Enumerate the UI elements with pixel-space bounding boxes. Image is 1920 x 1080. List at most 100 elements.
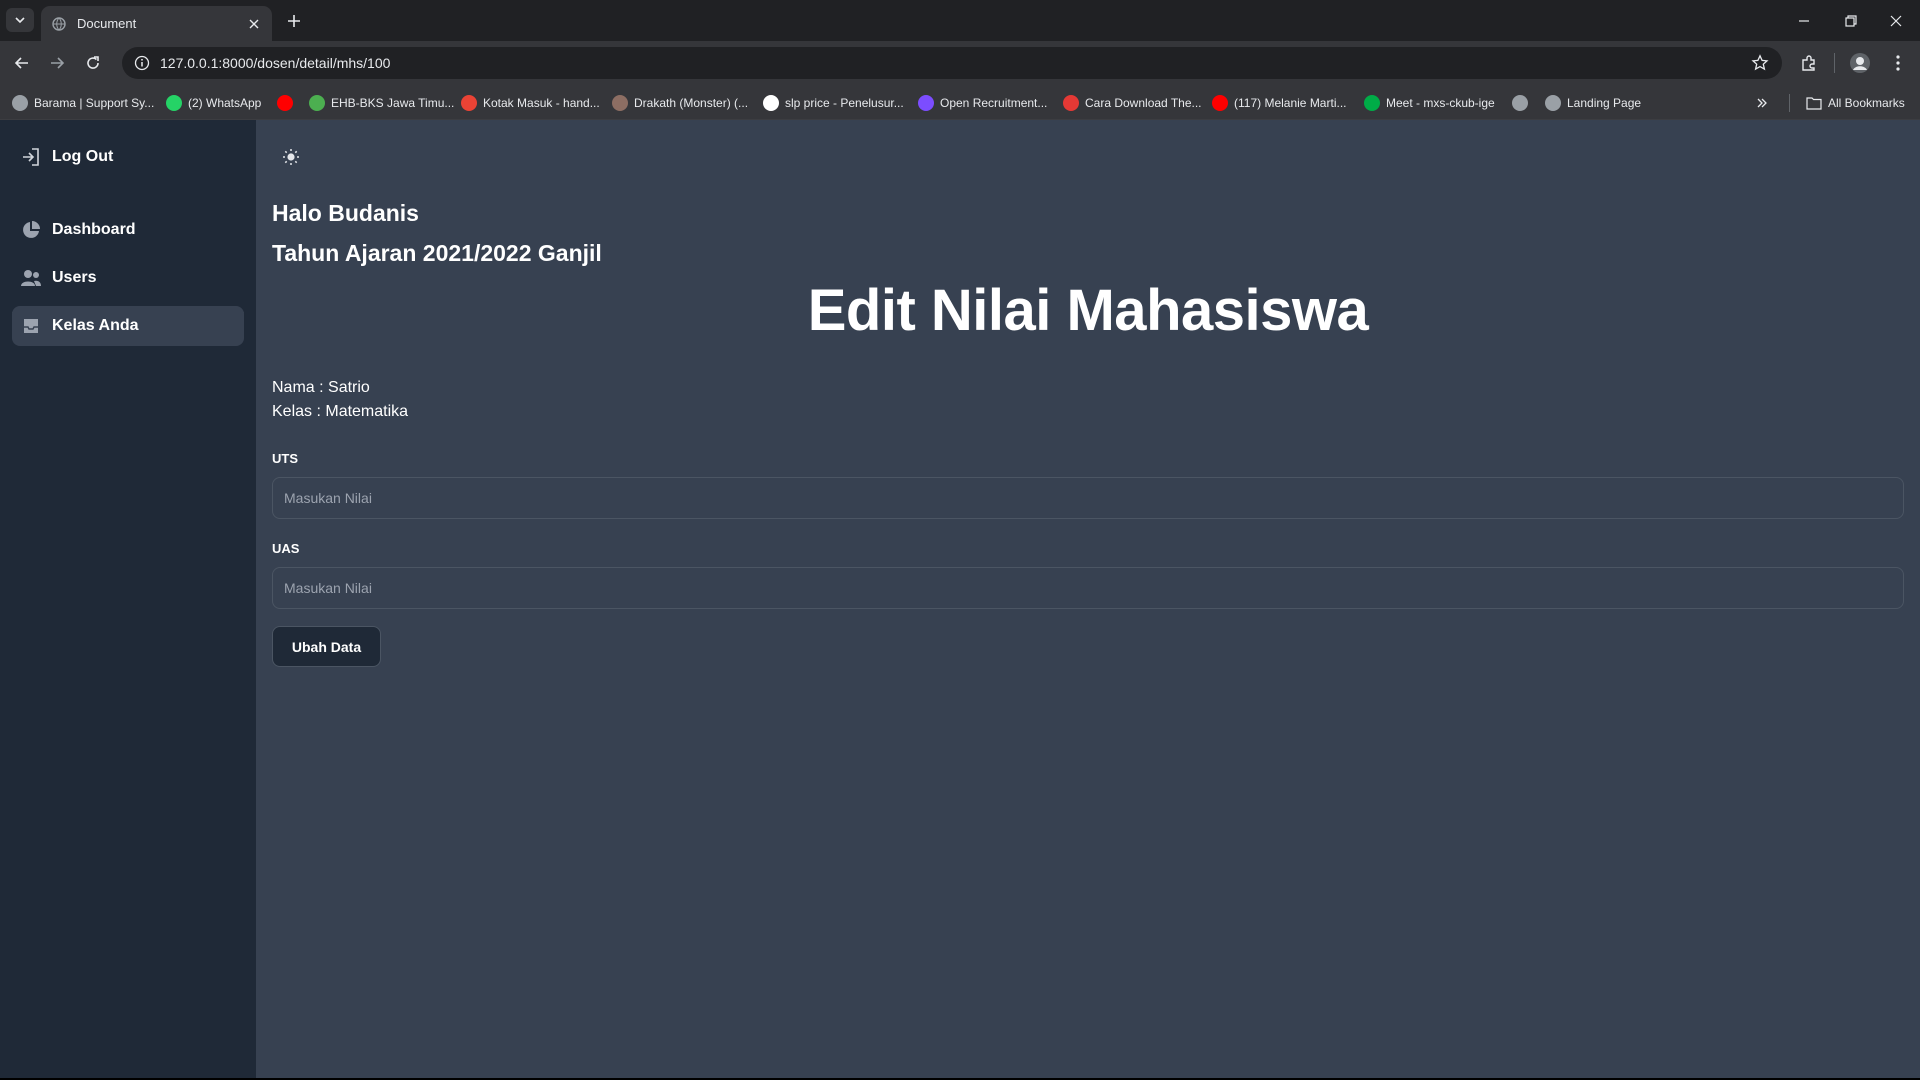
browser-toolbar: 127.0.0.1:8000/dosen/detail/mhs/100 <box>0 41 1920 85</box>
puzzle-icon <box>1802 55 1815 71</box>
submit-button[interactable]: Ubah Data <box>272 626 381 667</box>
arrow-left-icon <box>14 57 28 69</box>
tab-close-icon[interactable] <box>246 16 262 32</box>
bookmark-label: Landing Page <box>1567 96 1642 110</box>
plus-icon <box>288 15 300 27</box>
page-title: Edit Nilai Mahasiswa <box>807 278 1369 343</box>
sidebar-item-label: Users <box>52 269 97 286</box>
arrow-right-icon <box>51 57 65 69</box>
greeting: Halo Budanis <box>272 200 419 226</box>
chevron-double-right-icon <box>1757 98 1767 108</box>
bookmark-label: Barama | Support Sy... <box>34 96 155 110</box>
bookmark-label: Cara Download The... <box>1085 96 1202 110</box>
youtube-icon <box>277 95 293 111</box>
more-vert-icon <box>1896 55 1900 71</box>
browser-tab[interactable]: Document <box>41 6 272 41</box>
logout-icon <box>20 146 42 168</box>
pie-chart-icon <box>20 219 42 241</box>
profile-button[interactable] <box>1846 49 1874 77</box>
extensions-button[interactable] <box>1795 49 1823 77</box>
youtube-icon <box>1212 95 1228 111</box>
restore-button[interactable] <box>1829 0 1873 41</box>
bookmark-label: slp price - Penelusur... <box>785 96 904 110</box>
browser-menu-button[interactable] <box>1884 49 1912 77</box>
theme-toggle-button[interactable] <box>279 145 303 169</box>
bookmark-item[interactable]: EHB-BKS Jawa Timu... <box>309 93 454 113</box>
globe-icon <box>1545 95 1561 111</box>
uas-input[interactable] <box>272 567 1904 609</box>
bookmark-star-icon[interactable] <box>1750 53 1770 73</box>
s-icon <box>1063 95 1079 111</box>
bookmark-item[interactable]: Open Recruitment... <box>918 93 1047 113</box>
drakath-icon <box>612 95 628 111</box>
uts-label: UTS <box>272 451 298 466</box>
sun-icon <box>283 149 299 165</box>
logout-label: Log Out <box>52 148 114 165</box>
bookmark-item[interactable]: Barama | Support Sy... <box>12 93 154 113</box>
inbox-icon <box>20 315 42 337</box>
bookmark-item[interactable]: Landing Page <box>1545 93 1641 113</box>
bookmark-item[interactable]: Drakath (Monster) (... <box>612 93 748 113</box>
new-tab-button[interactable] <box>282 9 306 33</box>
minimize-button[interactable] <box>1782 0 1826 41</box>
bookmark-item[interactable] <box>1512 93 1534 113</box>
all-bookmarks-label: All Bookmarks <box>1828 96 1905 110</box>
chevron-down-icon <box>15 17 25 24</box>
forward-button[interactable] <box>43 49 71 77</box>
sidebar-item-kelas-anda[interactable]: Kelas Anda <box>12 306 244 346</box>
more-bookmarks-button[interactable] <box>1756 93 1768 113</box>
bookmark-label: (117) Melanie Marti... <box>1234 96 1347 110</box>
bookmarks-divider <box>1789 94 1790 112</box>
reload-icon <box>87 56 99 69</box>
bookmark-item[interactable]: Meet - mxs-ckub-ige <box>1364 93 1495 113</box>
bookmark-label: Drakath (Monster) (... <box>634 96 749 110</box>
globe-icon <box>51 16 67 32</box>
student-name: Nama : Satrio <box>272 379 370 396</box>
meet-icon <box>1364 95 1380 111</box>
bookmark-label: EHB-BKS Jawa Timu... <box>331 96 455 110</box>
uts-input[interactable] <box>272 477 1904 519</box>
uas-label: UAS <box>272 541 300 556</box>
site-info-icon[interactable] <box>130 51 154 75</box>
back-button[interactable] <box>8 49 36 77</box>
folder-icon <box>1806 96 1822 110</box>
ehb-icon <box>309 95 325 111</box>
academic-year: Tahun Ajaran 2021/2022 Ganjil <box>272 240 602 266</box>
close-window-button[interactable] <box>1874 0 1918 41</box>
tab-search-button[interactable] <box>6 8 34 32</box>
sidebar-item-users[interactable]: Users <box>12 258 244 298</box>
globe-icon <box>1512 95 1528 111</box>
browser-tabstrip: Document <box>0 0 1920 41</box>
sidebar-item-dashboard[interactable]: Dashboard <box>12 210 244 250</box>
globe-icon <box>12 95 28 111</box>
bookmark-label: Open Recruitment... <box>940 96 1048 110</box>
url-text[interactable]: 127.0.0.1:8000/dosen/detail/mhs/100 <box>160 55 390 71</box>
bookmark-label: Meet - mxs-ckub-ige <box>1386 96 1495 110</box>
bookmark-item[interactable]: (2) WhatsApp <box>166 93 261 113</box>
reload-button[interactable] <box>79 49 107 77</box>
bookmark-label: Kotak Masuk - hand... <box>483 96 600 110</box>
main-content: Halo Budanis Tahun Ajaran 2021/2022 Ganj… <box>256 120 1920 1078</box>
bookmark-item[interactable]: Kotak Masuk - hand... <box>461 93 600 113</box>
address-bar[interactable]: 127.0.0.1:8000/dosen/detail/mhs/100 <box>122 47 1782 79</box>
bookmark-label: (2) WhatsApp <box>188 96 262 110</box>
bookmark-item[interactable]: slp price - Penelusur... <box>763 93 904 113</box>
bookmark-item[interactable]: Cara Download The... <box>1063 93 1202 113</box>
student-class: Kelas : Matematika <box>272 403 409 420</box>
close-icon <box>1890 15 1902 26</box>
minimize-icon <box>1799 19 1809 22</box>
gmail-icon <box>461 95 477 111</box>
users-icon <box>20 267 42 289</box>
bookmark-item[interactable] <box>277 93 299 113</box>
sidebar-item-label: Kelas Anda <box>52 317 139 334</box>
avatar-icon <box>1850 53 1870 73</box>
whatsapp-icon <box>166 95 182 111</box>
tab-title: Document <box>77 16 137 31</box>
all-bookmarks-button[interactable]: All Bookmarks <box>1806 93 1905 113</box>
forms-icon <box>918 95 934 111</box>
bookmark-item[interactable]: (117) Melanie Marti... <box>1212 93 1346 113</box>
sidebar-item-label: Dashboard <box>52 221 136 238</box>
google-icon <box>763 95 779 111</box>
logout-button[interactable]: Log Out <box>12 137 244 177</box>
sidebar: Log Out Dashboard Users Kelas Anda <box>0 120 256 1078</box>
